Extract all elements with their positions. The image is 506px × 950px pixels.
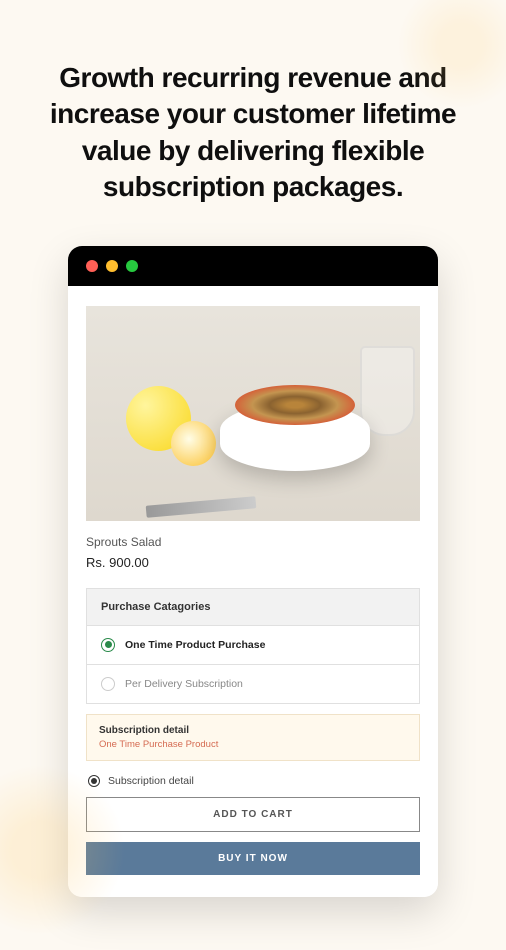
close-icon[interactable] xyxy=(86,260,98,272)
radio-dot-icon xyxy=(105,641,112,648)
radio-icon xyxy=(88,775,100,787)
maximize-icon[interactable] xyxy=(126,260,138,272)
window-title-bar xyxy=(68,246,438,286)
option-per-delivery[interactable]: Per Delivery Subscription xyxy=(87,665,419,703)
radio-icon xyxy=(101,638,115,652)
product-price: Rs. 900.00 xyxy=(86,555,420,570)
banner-subtitle: One Time Purchase Product xyxy=(99,739,407,750)
page-headline: Growth recurring revenue and increase yo… xyxy=(0,0,506,236)
subscription-detail-banner: Subscription detail One Time Purchase Pr… xyxy=(86,714,420,761)
categories-header: Purchase Catagories xyxy=(87,589,419,626)
add-to-cart-button[interactable]: ADD TO CART xyxy=(86,797,420,832)
food-bowl xyxy=(220,403,370,471)
purchase-categories-box: Purchase Catagories One Time Product Pur… xyxy=(86,588,420,704)
minimize-icon[interactable] xyxy=(106,260,118,272)
radio-icon xyxy=(101,677,115,691)
subscription-detail-label: Subscription detail xyxy=(108,775,194,787)
banner-title: Subscription detail xyxy=(99,725,407,736)
food-decoration xyxy=(360,346,415,436)
device-frame: Sprouts Salad Rs. 900.00 Purchase Catago… xyxy=(68,246,438,897)
subscription-detail-option[interactable]: Subscription detail xyxy=(86,775,420,787)
option-label: Per Delivery Subscription xyxy=(125,678,243,690)
product-name: Sprouts Salad xyxy=(86,535,420,549)
product-page: Sprouts Salad Rs. 900.00 Purchase Catago… xyxy=(68,286,438,897)
option-label: One Time Product Purchase xyxy=(125,639,265,651)
product-image xyxy=(86,306,420,521)
food-decoration xyxy=(146,496,257,518)
radio-dot-icon xyxy=(91,778,97,784)
option-one-time[interactable]: One Time Product Purchase xyxy=(87,626,419,665)
buy-now-button[interactable]: BUY IT NOW xyxy=(86,842,420,875)
food-decoration xyxy=(171,421,216,466)
